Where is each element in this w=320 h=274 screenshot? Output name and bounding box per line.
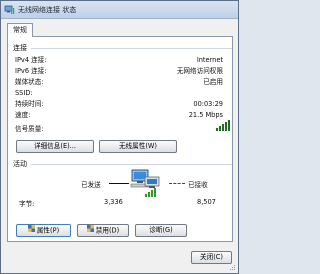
ipv4-value: Internet (196, 56, 223, 64)
diagnose-button-label: 诊断(G) (149, 226, 173, 234)
connection-section-title: 连接 (13, 44, 27, 52)
title-bar[interactable]: 无线网络连接 状态 (1, 1, 238, 19)
properties-button[interactable]: 属性(P) (16, 224, 71, 237)
connection-divider (31, 48, 232, 49)
ssid-label: SSID: (15, 89, 33, 97)
received-line (169, 183, 185, 184)
details-button-label: 详细信息(E)... (34, 142, 76, 150)
activity-computers-icon (129, 167, 167, 201)
signal-bar (222, 124, 224, 131)
activity-section-title: 活动 (13, 160, 27, 168)
tab-general[interactable]: 常规 (7, 23, 33, 37)
close-button[interactable]: 关闭(C) (191, 251, 232, 264)
sent-label: 已发送 (81, 181, 101, 189)
status-window: 无线网络连接 状态 常规 连接 IPv4 连接: Internet IPv6 连… (0, 0, 239, 274)
speed-row: 速度: 21.5 Mbps (15, 111, 223, 120)
signal-label: 信号质量: (15, 125, 44, 133)
signal-bar (225, 122, 227, 131)
shield-icon (86, 225, 94, 236)
signal-row: 信号质量: (15, 125, 223, 134)
disable-button-label: 禁用(D) (95, 226, 120, 235)
signal-bar (216, 128, 218, 131)
disable-button[interactable]: 禁用(D) (77, 224, 129, 237)
ipv6-row: IPv6 连接: 无网络访问权限 (15, 67, 223, 76)
shield-icon (27, 225, 35, 236)
diagnose-button[interactable]: 诊断(G) (135, 224, 187, 237)
wireless-properties-button-label: 无线属性(W) (118, 142, 158, 150)
received-bytes-value: 8,507 (197, 198, 216, 206)
details-button[interactable]: 详细信息(E)... (16, 140, 94, 153)
signal-strength-icon (216, 120, 230, 131)
speed-value: 21.5 Mbps (188, 111, 223, 119)
ipv4-row: IPv4 连接: Internet (15, 56, 223, 65)
window-title: 无线网络连接 状态 (18, 6, 77, 14)
sent-line (109, 183, 129, 184)
duration-label: 持续时间: (15, 100, 44, 108)
signal-bar (219, 126, 221, 131)
speed-label: 速度: (15, 111, 31, 119)
ipv6-value: 无网络访问权限 (176, 67, 223, 75)
sent-bytes-value: 3,336 (104, 198, 123, 206)
received-label: 已接收 (188, 181, 208, 189)
activity-divider (31, 164, 232, 165)
media-state-row: 媒体状态: 已启用 (15, 78, 223, 87)
ssid-row: SSID: (15, 89, 223, 98)
wireless-properties-button[interactable]: 无线属性(W) (99, 140, 177, 153)
ipv4-label: IPv4 连接: (15, 56, 47, 64)
signal-bar (228, 120, 230, 131)
media-state-label: 媒体状态: (15, 78, 44, 86)
properties-button-label: 属性(P) (36, 226, 60, 235)
media-state-value: 已启用 (203, 78, 223, 86)
duration-value: 00:03:29 (193, 100, 223, 108)
bytes-label: 字节: (19, 200, 35, 208)
resize-grip-icon[interactable] (229, 264, 236, 271)
close-button-label: 关闭(C) (200, 253, 223, 261)
ipv6-label: IPv6 连接: (15, 67, 47, 75)
network-icon (4, 4, 15, 15)
duration-row: 持续时间: 00:03:29 (15, 100, 223, 109)
